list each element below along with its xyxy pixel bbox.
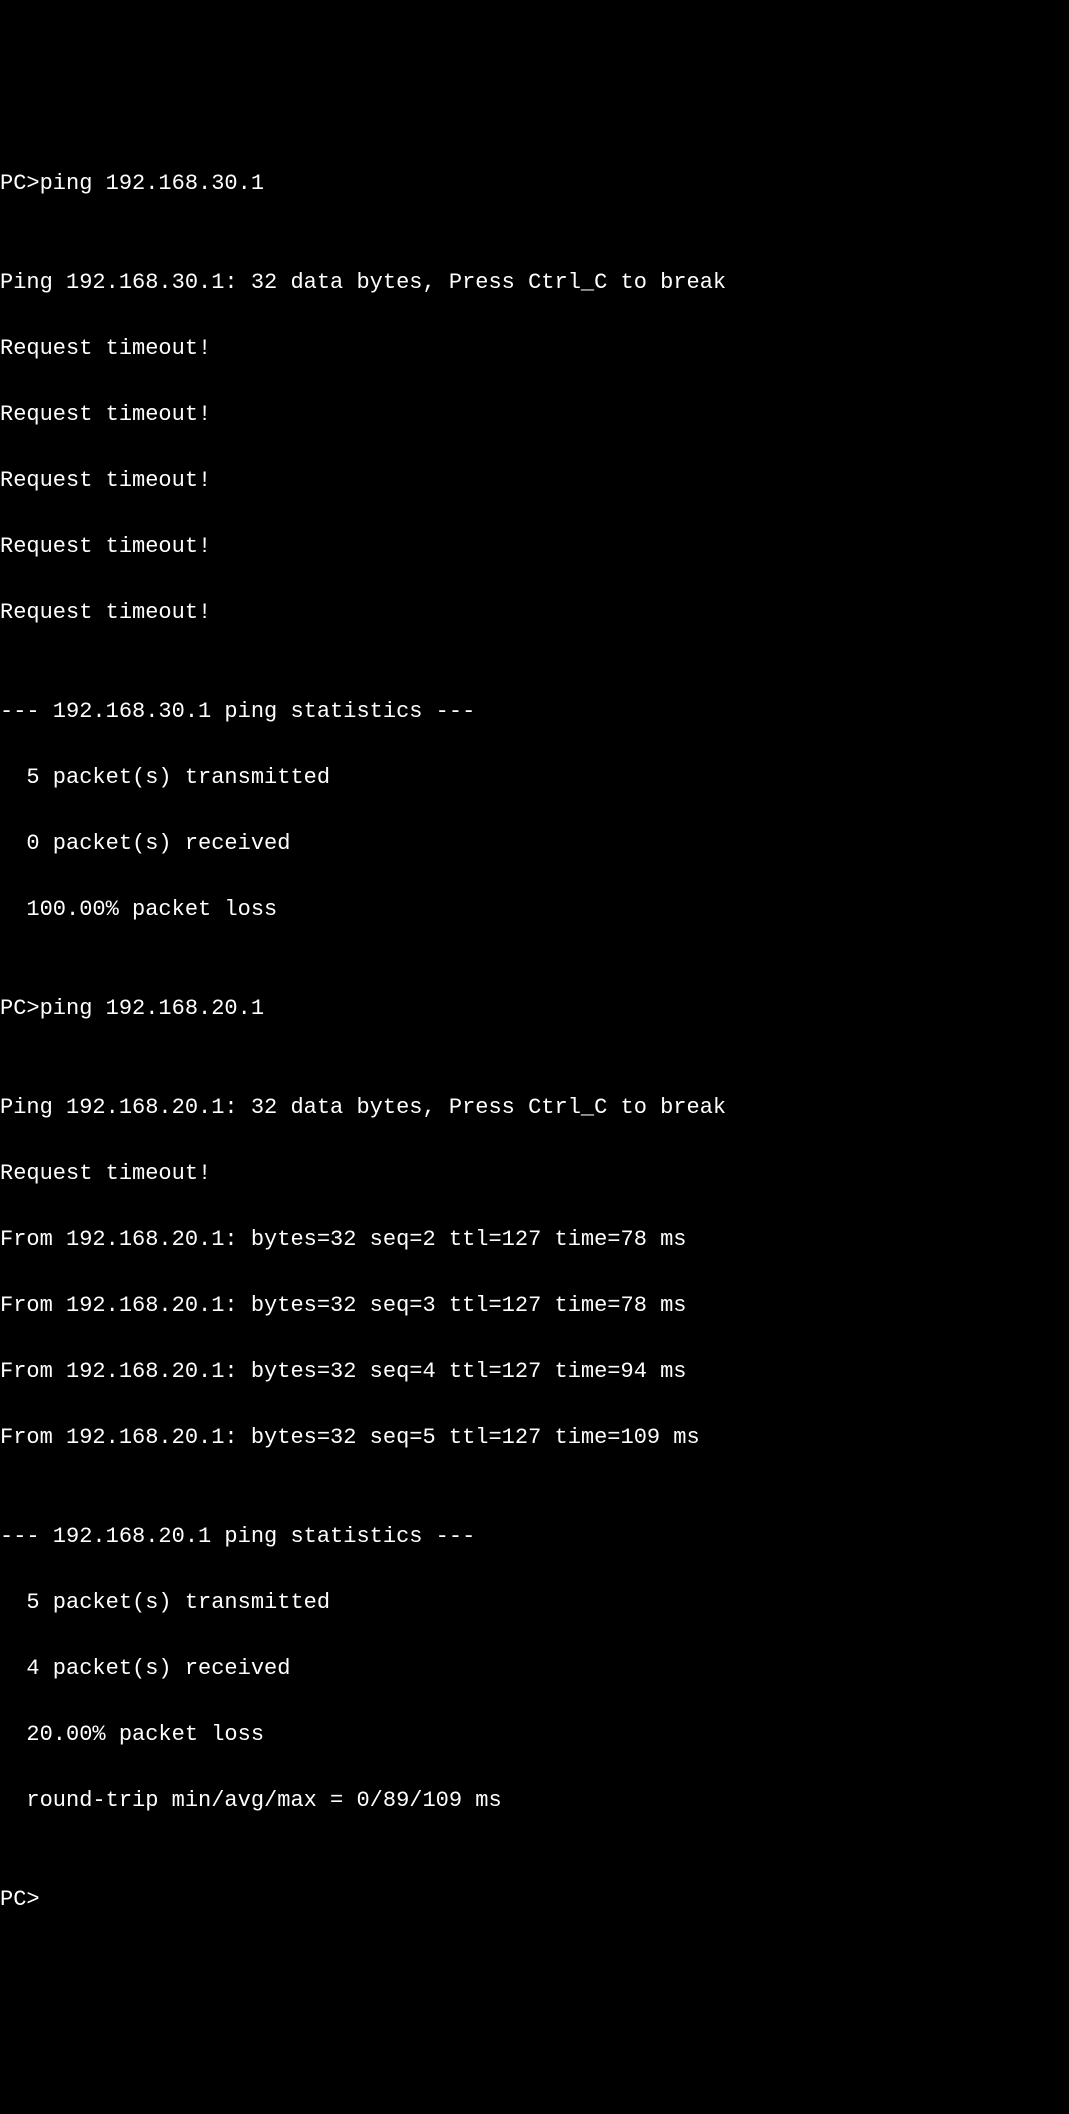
ping-header: Ping 192.168.20.1: 32 data bytes, Press … <box>0 1091 1069 1124</box>
prompt-command-line: PC>ping 192.168.30.1 <box>0 167 1069 200</box>
packets-received: 0 packet(s) received <box>0 827 1069 860</box>
ping-timeout: Request timeout! <box>0 398 1069 431</box>
ping-header: Ping 192.168.30.1: 32 data bytes, Press … <box>0 266 1069 299</box>
terminal-output[interactable]: PC>ping 192.168.30.1 Ping 192.168.30.1: … <box>0 134 1069 1949</box>
ping-timeout: Request timeout! <box>0 596 1069 629</box>
packets-transmitted: 5 packet(s) transmitted <box>0 1586 1069 1619</box>
ping-statistics-header: --- 192.168.30.1 ping statistics --- <box>0 695 1069 728</box>
ping-reply: From 192.168.20.1: bytes=32 seq=2 ttl=12… <box>0 1223 1069 1256</box>
packets-received: 4 packet(s) received <box>0 1652 1069 1685</box>
ping-timeout: Request timeout! <box>0 464 1069 497</box>
ping-reply: From 192.168.20.1: bytes=32 seq=3 ttl=12… <box>0 1289 1069 1322</box>
packet-loss: 100.00% packet loss <box>0 893 1069 926</box>
command-prompt[interactable]: PC> <box>0 1883 1069 1916</box>
ping-reply: From 192.168.20.1: bytes=32 seq=4 ttl=12… <box>0 1355 1069 1388</box>
prompt-command-line: PC>ping 192.168.20.1 <box>0 992 1069 1025</box>
packets-transmitted: 5 packet(s) transmitted <box>0 761 1069 794</box>
ping-timeout: Request timeout! <box>0 332 1069 365</box>
round-trip-stats: round-trip min/avg/max = 0/89/109 ms <box>0 1784 1069 1817</box>
ping-timeout: Request timeout! <box>0 1157 1069 1190</box>
ping-timeout: Request timeout! <box>0 530 1069 563</box>
ping-statistics-header: --- 192.168.20.1 ping statistics --- <box>0 1520 1069 1553</box>
packet-loss: 20.00% packet loss <box>0 1718 1069 1751</box>
ping-reply: From 192.168.20.1: bytes=32 seq=5 ttl=12… <box>0 1421 1069 1454</box>
